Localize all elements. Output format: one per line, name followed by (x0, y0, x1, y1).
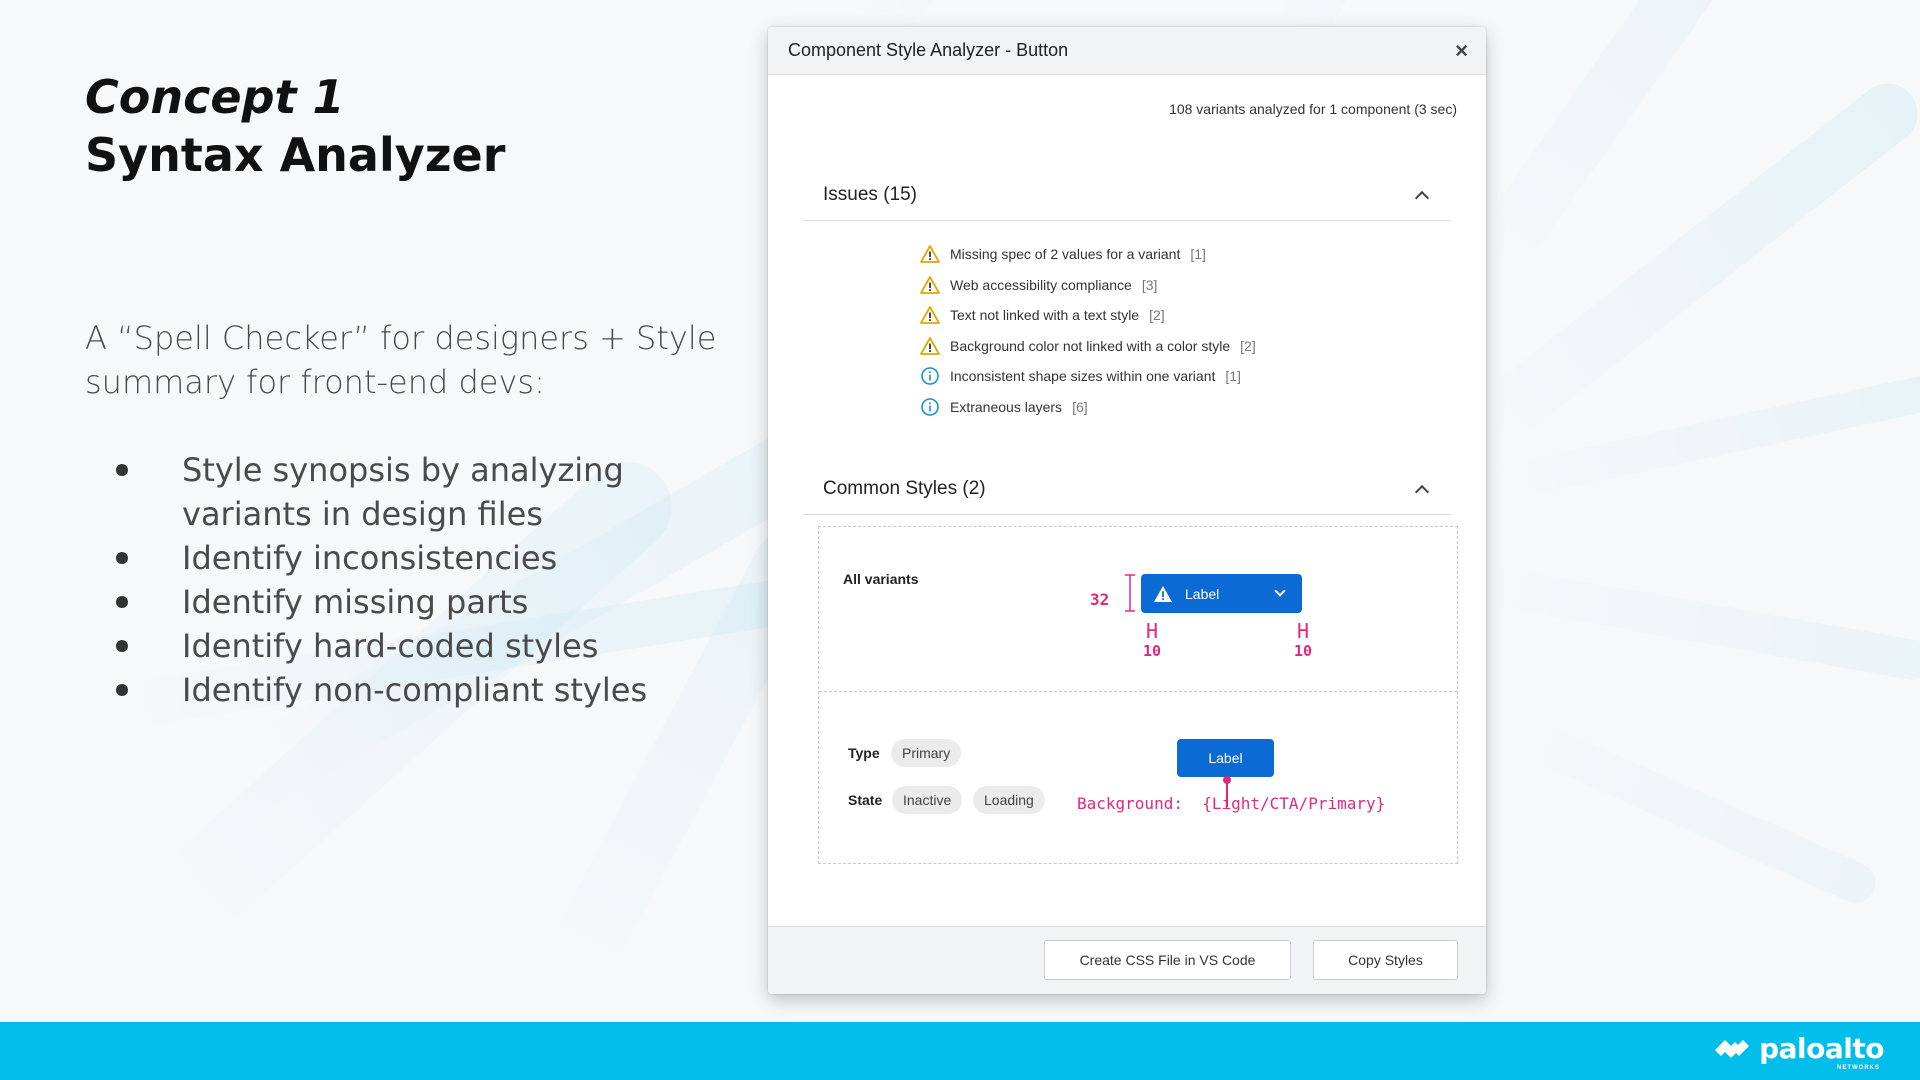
issue-count: [3] (1141, 276, 1158, 293)
common-styles-section-title: Common Styles (2) (823, 477, 986, 499)
issue-item[interactable]: Missing spec of 2 values for a variant [… (920, 239, 1256, 270)
dialog-title: Component Style Analyzer - Button (788, 40, 1069, 60)
issue-count: [1] (1225, 368, 1241, 385)
logo-wordmark: paloalto (1759, 1032, 1884, 1065)
feature-bullet: Identify non-compliant styles (110, 668, 730, 712)
warning-icon (920, 275, 940, 294)
type-chip-primary[interactable]: Primary (891, 739, 962, 767)
warning-icon (1154, 585, 1172, 602)
paloalto-logo-mark-icon (1715, 1040, 1750, 1058)
padding-right-value: 10 (1293, 642, 1313, 660)
issue-count: [2] (1149, 307, 1165, 324)
bullet-dot-icon (116, 596, 128, 608)
bullet-dot-icon (116, 552, 128, 564)
sample-button-label: Label (1185, 585, 1220, 602)
sample-primary-button[interactable]: Label (1177, 739, 1274, 777)
padding-right-measurement: H 10 (1288, 620, 1318, 660)
issue-text: Missing spec of 2 values for a variant (950, 246, 1181, 263)
state-chip-inactive[interactable]: Inactive (892, 786, 963, 814)
paloalto-logo: paloalto NETWORKS (1711, 1032, 1884, 1071)
issues-list: Missing spec of 2 values for a variant [… (920, 239, 1256, 422)
feature-bullet: Style synopsis by analyzing variants in … (110, 448, 730, 536)
close-icon[interactable]: × (1455, 39, 1468, 62)
logo-subtext: NETWORKS (1837, 1065, 1880, 1071)
background-token-annotation: Background: {Light/CTA/Primary} (1077, 794, 1386, 813)
issue-text: Background color not linked with a color… (950, 337, 1231, 354)
warning-icon (920, 306, 940, 325)
slide-title: Concept 1 Syntax Analyzer (85, 68, 505, 184)
issues-section-header[interactable]: Issues (15) (803, 169, 1451, 221)
slide-title-line1: Concept 1 (85, 70, 345, 124)
issues-section-title: Issues (15) (823, 183, 917, 205)
padding-marker-icon: H (1296, 619, 1310, 643)
height-bracket-icon (1125, 574, 1135, 612)
feature-bullet: Identify inconsistencies (110, 536, 730, 580)
issue-item[interactable]: Background color not linked with a color… (920, 331, 1256, 362)
state-label: State (848, 792, 883, 808)
dialog-footer: Create CSS File in VS Code Copy Styles (768, 926, 1486, 994)
bullet-dot-icon (116, 640, 128, 652)
issue-text: Inconsistent shape sizes within one vari… (950, 368, 1216, 385)
analysis-summary: 108 variants analyzed for 1 component (3… (1169, 101, 1457, 117)
issue-item[interactable]: Extraneous layers [6] (920, 392, 1256, 423)
feature-bullet: Identify hard-coded styles (110, 624, 730, 668)
component-style-analyzer-dialog: Component Style Analyzer - Button × 108 … (768, 27, 1486, 994)
feature-bullet: Identify missing parts (110, 580, 730, 624)
info-icon (921, 367, 939, 386)
common-styles-panel: All variants 32 Label H 10 H 10 Type Pri… (818, 526, 1458, 864)
bullet-dot-icon (116, 684, 128, 696)
state-chip-loading[interactable]: Loading (973, 786, 1045, 814)
panel-divider (819, 691, 1457, 692)
padding-left-measurement: H 10 (1137, 620, 1167, 660)
common-styles-section-header[interactable]: Common Styles (2) (803, 463, 1451, 515)
padding-marker-icon: H (1145, 619, 1159, 643)
issue-count: [2] (1240, 337, 1256, 354)
chevron-up-icon[interactable] (1414, 190, 1430, 205)
dialog-header: Component Style Analyzer - Button × (768, 27, 1486, 75)
issue-item[interactable]: Inconsistent shape sizes within one vari… (920, 361, 1256, 392)
feature-bullet-list: Style synopsis by analyzing variants in … (110, 448, 730, 712)
bullet-dot-icon (116, 464, 128, 476)
info-icon (921, 397, 939, 416)
create-css-file-button[interactable]: Create CSS File in VS Code (1044, 940, 1291, 980)
chevron-down-icon (1274, 585, 1286, 597)
issue-count: [6] (1072, 398, 1088, 415)
height-measurement: 32 (1090, 590, 1110, 609)
issue-count: [1] (1190, 246, 1206, 263)
warning-icon (920, 245, 940, 264)
issue-text: Web accessibility compliance (950, 276, 1132, 293)
slide-title-line2: Syntax Analyzer (85, 128, 506, 182)
warning-icon (920, 336, 940, 355)
type-label: Type (848, 745, 880, 761)
issue-text: Text not linked with a text style (950, 307, 1140, 324)
copy-styles-button[interactable]: Copy Styles (1313, 940, 1458, 980)
all-variants-label: All variants (843, 571, 919, 587)
issue-item[interactable]: Text not linked with a text style [2] (920, 300, 1256, 331)
sample-dropdown-button[interactable]: Label (1141, 574, 1302, 613)
padding-left-value: 10 (1142, 642, 1162, 660)
brand-footer-bar: paloalto NETWORKS (0, 1022, 1920, 1080)
issue-item[interactable]: Web accessibility compliance [3] (920, 270, 1256, 301)
issue-text: Extraneous layers (950, 398, 1063, 415)
chevron-up-icon[interactable] (1414, 484, 1430, 499)
slide-summary: A “Spell Checker” for designers + Style … (85, 319, 717, 401)
